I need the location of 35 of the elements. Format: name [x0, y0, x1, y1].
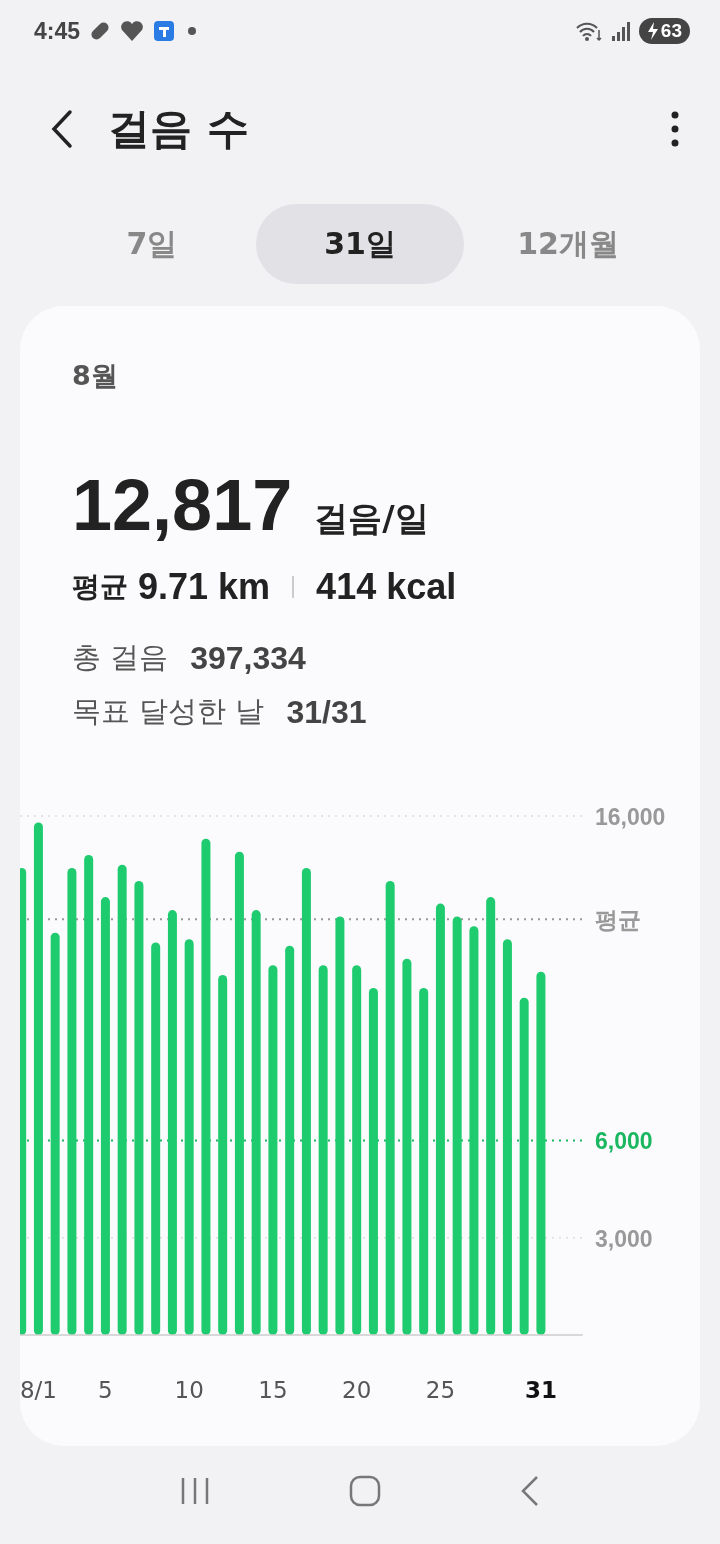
y-tick-label: 3,000 — [595, 1225, 653, 1252]
goal-days: 31/31 — [286, 693, 367, 731]
steps-unit: 걸음/일 — [314, 497, 429, 540]
x-tick-label: 20 — [342, 1377, 372, 1403]
total-steps: 397,334 — [190, 639, 306, 677]
heart-icon — [120, 20, 145, 42]
goal-label: 목표 달성한 날 — [72, 693, 265, 730]
period-tab[interactable]: 31일 — [256, 204, 464, 284]
battery-indicator: 63 — [638, 18, 690, 44]
calories-value: 414 kcal — [316, 566, 457, 608]
average-label: 평균 — [72, 569, 128, 605]
x-tick-label: 5 — [98, 1377, 113, 1403]
x-tick-label: 8/1 — [20, 1377, 57, 1403]
total-label: 총 걸음 — [72, 639, 169, 676]
reference-label: 평균 — [595, 907, 641, 934]
status-time: 4:45 — [34, 17, 81, 45]
distance-value: 9.71 km — [138, 566, 271, 608]
y-tick-label: 16,000 — [595, 804, 666, 830]
x-tick-label: 15 — [258, 1377, 288, 1403]
reference-label: 6,000 — [595, 1128, 653, 1155]
x-tick-label: 10 — [174, 1377, 204, 1403]
period-label: 8월 — [72, 359, 119, 393]
back-icon[interactable] — [50, 109, 74, 149]
app-icon — [152, 19, 177, 43]
page-title: 걸음 수 — [108, 103, 250, 155]
period-tab[interactable]: 7일 — [48, 204, 256, 284]
home-icon[interactable] — [348, 1474, 382, 1508]
wifi-icon — [574, 20, 603, 42]
more-icon[interactable] — [670, 111, 680, 147]
daily-steps: 12,817 — [72, 464, 293, 546]
period-tab[interactable]: 12개월 — [464, 204, 672, 284]
signal-icon — [610, 20, 631, 42]
bolt-icon — [646, 22, 659, 40]
x-tick-label: 25 — [425, 1377, 456, 1403]
x-tick-label: 31 — [524, 1377, 557, 1403]
